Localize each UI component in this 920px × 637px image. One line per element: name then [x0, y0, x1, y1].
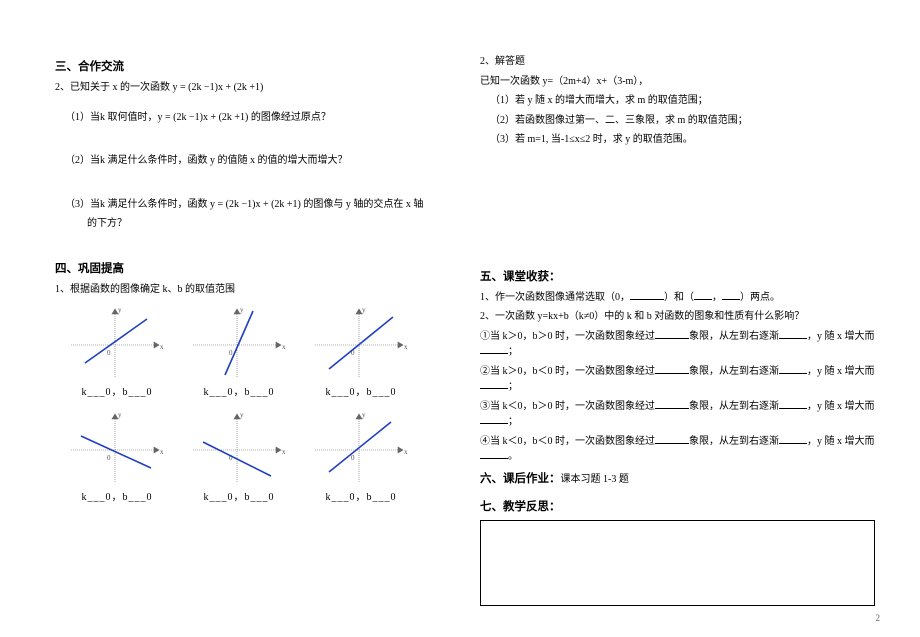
- q2-part1: （1）当k 取何值时，y = (2k −1)x + (2k +1) 的图像经过原…: [65, 110, 455, 126]
- t: ④当 k＜0，b＜0 时，一次函数图象经过: [480, 436, 655, 447]
- svg-text:y: y: [118, 411, 122, 419]
- s5-line1: 1、作一次函数图像通常选取（0， ）和（ ， ）两点。: [480, 290, 875, 306]
- t: 象限，从左到右逐渐: [689, 366, 779, 377]
- svg-text:x: x: [404, 343, 408, 351]
- page-number: 2: [876, 613, 881, 623]
- section-6: 六、课后作业：课本习题 1-3 题: [480, 471, 875, 489]
- blank[interactable]: [480, 414, 508, 424]
- t: ①当 k＞0，b＞0 时，一次函数图象经过: [480, 331, 655, 342]
- graph-row-2: x y 0 k___0，b___0 x y 0 k___0，b___0 x y: [67, 408, 455, 503]
- graph-5-caption: k___0，b___0: [189, 488, 289, 503]
- svg-text:y: y: [362, 306, 366, 314]
- section-3-title: 三、合作交流: [55, 58, 455, 74]
- q2-part3-line2: 的下方？: [87, 216, 455, 232]
- svg-text:y: y: [362, 411, 366, 419]
- t: ，y 随 x 增大而: [807, 401, 875, 412]
- graph-6-caption: k___0，b___0: [311, 488, 411, 503]
- svg-text:x: x: [404, 448, 408, 456]
- reflection-box[interactable]: [480, 520, 875, 606]
- section-4-title: 四、巩固提高: [55, 260, 455, 276]
- s5-l1a: 1、作一次函数图像通常选取（0，: [480, 292, 630, 303]
- s5-l1b: ）和（: [664, 292, 694, 303]
- r-q2-title: 2、解答题: [480, 54, 875, 70]
- graph-3-caption: k___0，b___0: [311, 383, 411, 398]
- blank[interactable]: [480, 449, 508, 459]
- graph-row-1: x y 0 k___0，b___0 x y 0 k___0，b___0 x y: [67, 303, 455, 398]
- svg-text:0: 0: [351, 454, 355, 462]
- r-q2-1: （1）若 y 随 x 的增大而增大，求 m 的取值范围；: [490, 93, 875, 109]
- blank[interactable]: [779, 434, 807, 444]
- blank[interactable]: [655, 364, 689, 374]
- section-5-title: 五、课堂收获：: [480, 268, 875, 284]
- q2-part3-line1: （3）当k 满足什么条件时，函数 y = (2k −1)x + (2k +1) …: [65, 197, 455, 213]
- svg-text:x: x: [160, 343, 164, 351]
- blank[interactable]: [722, 290, 740, 300]
- left-column: 三、合作交流 2、已知关于 x 的一次函数 y = (2k −1)x + (2k…: [55, 50, 455, 606]
- t: ②当 k＞0，b＜0 时，一次函数图象经过: [480, 366, 655, 377]
- blank[interactable]: [480, 344, 508, 354]
- blank[interactable]: [630, 290, 664, 300]
- s5-l1d: ）两点。: [740, 292, 780, 303]
- blank[interactable]: [779, 364, 807, 374]
- t: ；: [508, 381, 518, 392]
- graph-1-caption: k___0，b___0: [67, 383, 167, 398]
- sec4-q1: 1、根据函数的图像确定 k、b 的取值范围: [55, 282, 455, 298]
- graph-5: xy0 k___0，b___0: [189, 408, 289, 503]
- graph-2: x y 0 k___0，b___0: [189, 303, 289, 398]
- right-column: 2、解答题 已知一次函数 y=（2m+4）x+（3-m）， （1）若 y 随 x…: [480, 50, 875, 606]
- t: ，y 随 x 增大而: [807, 436, 875, 447]
- s5-case1: ①当 k＞0，b＞0 时，一次函数图象经过 象限，从左到右逐渐 ，y 随 x 增大而…: [480, 329, 875, 360]
- r-q2-2: （2）若函数图像过第一、二、三象限，求 m 的取值范围；: [490, 113, 875, 129]
- svg-text:0: 0: [107, 454, 111, 462]
- section-6-title: 六、课后作业：: [480, 473, 561, 485]
- blank[interactable]: [779, 329, 807, 339]
- graph-4: x y 0 k___0，b___0: [67, 408, 167, 503]
- s5-line2: 2、一次函数 y=kx+b（k≠0）中的 k 和 b 对函数的图象和性质有什么影…: [480, 309, 875, 325]
- t: ，y 随 x 增大而: [807, 366, 875, 377]
- t: 象限，从左到右逐渐: [689, 401, 779, 412]
- svg-text:0: 0: [107, 349, 111, 357]
- blank[interactable]: [655, 329, 689, 339]
- t: 。: [508, 451, 518, 462]
- graph-3: xy0 k___0，b___0: [311, 303, 411, 398]
- svg-text:0: 0: [229, 349, 233, 357]
- blank[interactable]: [694, 290, 712, 300]
- svg-text:y: y: [118, 306, 122, 314]
- t: ；: [508, 416, 518, 427]
- svg-text:y: y: [240, 411, 244, 419]
- blank[interactable]: [655, 399, 689, 409]
- svg-text:x: x: [160, 448, 164, 456]
- svg-text:x: x: [282, 343, 286, 351]
- section-6-body: 课本习题 1-3 题: [561, 474, 629, 485]
- t: ；: [508, 346, 518, 357]
- blank[interactable]: [655, 434, 689, 444]
- r-q2-intro: 已知一次函数 y=（2m+4）x+（3-m），: [480, 74, 875, 90]
- t: 象限，从左到右逐渐: [689, 436, 779, 447]
- t: 象限，从左到右逐渐: [689, 331, 779, 342]
- q2-intro: 2、已知关于 x 的一次函数 y = (2k −1)x + (2k +1): [55, 80, 455, 96]
- svg-text:y: y: [240, 306, 244, 314]
- graph-6: x y 0 k___0，b___0: [311, 408, 411, 503]
- graph-1: x y 0 k___0，b___0: [67, 303, 167, 398]
- section-7-title: 七、教学反思：: [480, 498, 875, 514]
- svg-text:x: x: [282, 448, 286, 456]
- graph-4-caption: k___0，b___0: [67, 488, 167, 503]
- s5-l1c: ，: [712, 292, 722, 303]
- blank[interactable]: [779, 399, 807, 409]
- s5-case3: ③当 k＜0，b＞0 时，一次函数图象经过 象限，从左到右逐渐 ，y 随 x 增大而…: [480, 399, 875, 430]
- t: ③当 k＜0，b＞0 时，一次函数图象经过: [480, 401, 655, 412]
- blank[interactable]: [480, 379, 508, 389]
- s5-case4: ④当 k＜0，b＜0 时，一次函数图象经过 象限，从左到右逐渐 ，y 随 x 增大而…: [480, 434, 875, 465]
- s5-case2: ②当 k＞0，b＜0 时，一次函数图象经过 象限，从左到右逐渐 ，y 随 x 增大而…: [480, 364, 875, 395]
- q2-part2: （2）当k 满足什么条件时，函数 y 的值随 x 的值的增大而增大？: [65, 153, 455, 169]
- graph-2-caption: k___0，b___0: [189, 383, 289, 398]
- r-q2-3: （3）若 m=1, 当-1≤x≤2 时，求 y 的取值范围。: [490, 132, 875, 148]
- t: ，y 随 x 增大而: [807, 331, 875, 342]
